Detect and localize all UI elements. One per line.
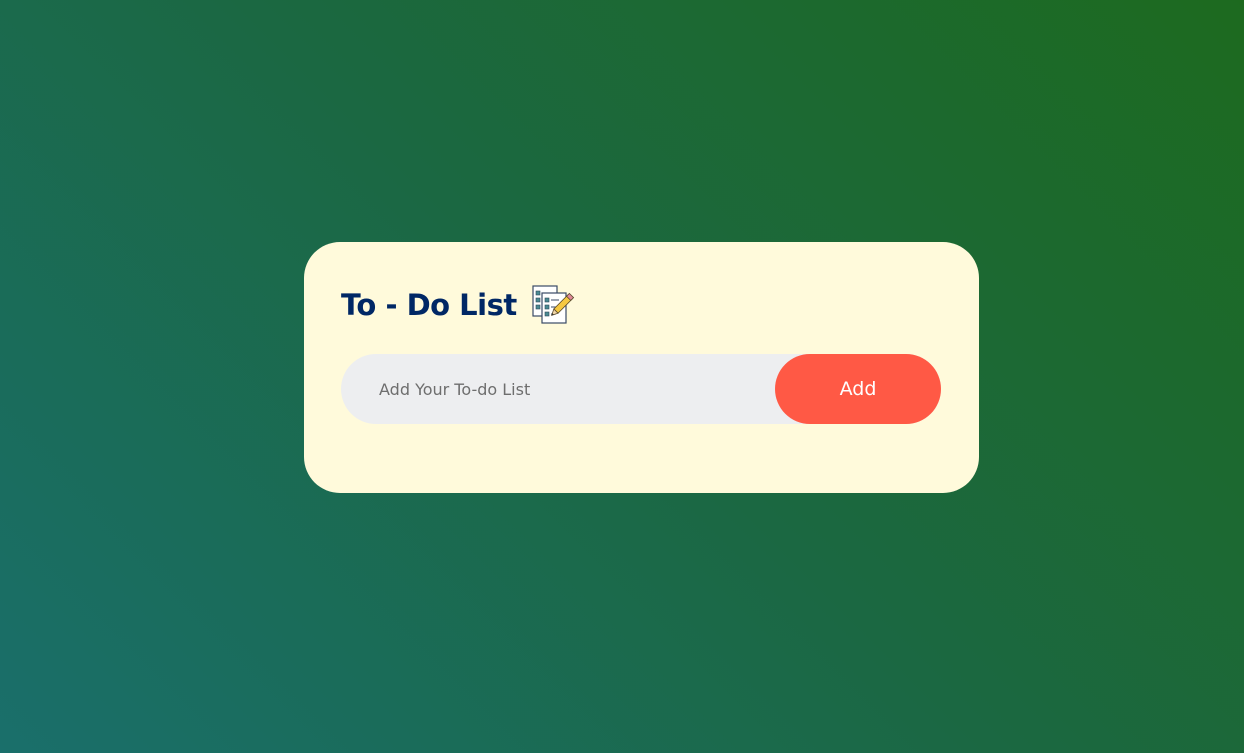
page-title: To - Do List <box>341 288 517 322</box>
add-button[interactable]: Add <box>775 354 941 424</box>
todo-input[interactable] <box>341 354 781 424</box>
todo-card: To - Do List Add Your To-do List Add <box>304 242 979 493</box>
checklist-pencil-icon <box>531 284 577 326</box>
todo-input-row: Add <box>341 354 941 424</box>
title-row: To - Do List <box>341 282 577 328</box>
